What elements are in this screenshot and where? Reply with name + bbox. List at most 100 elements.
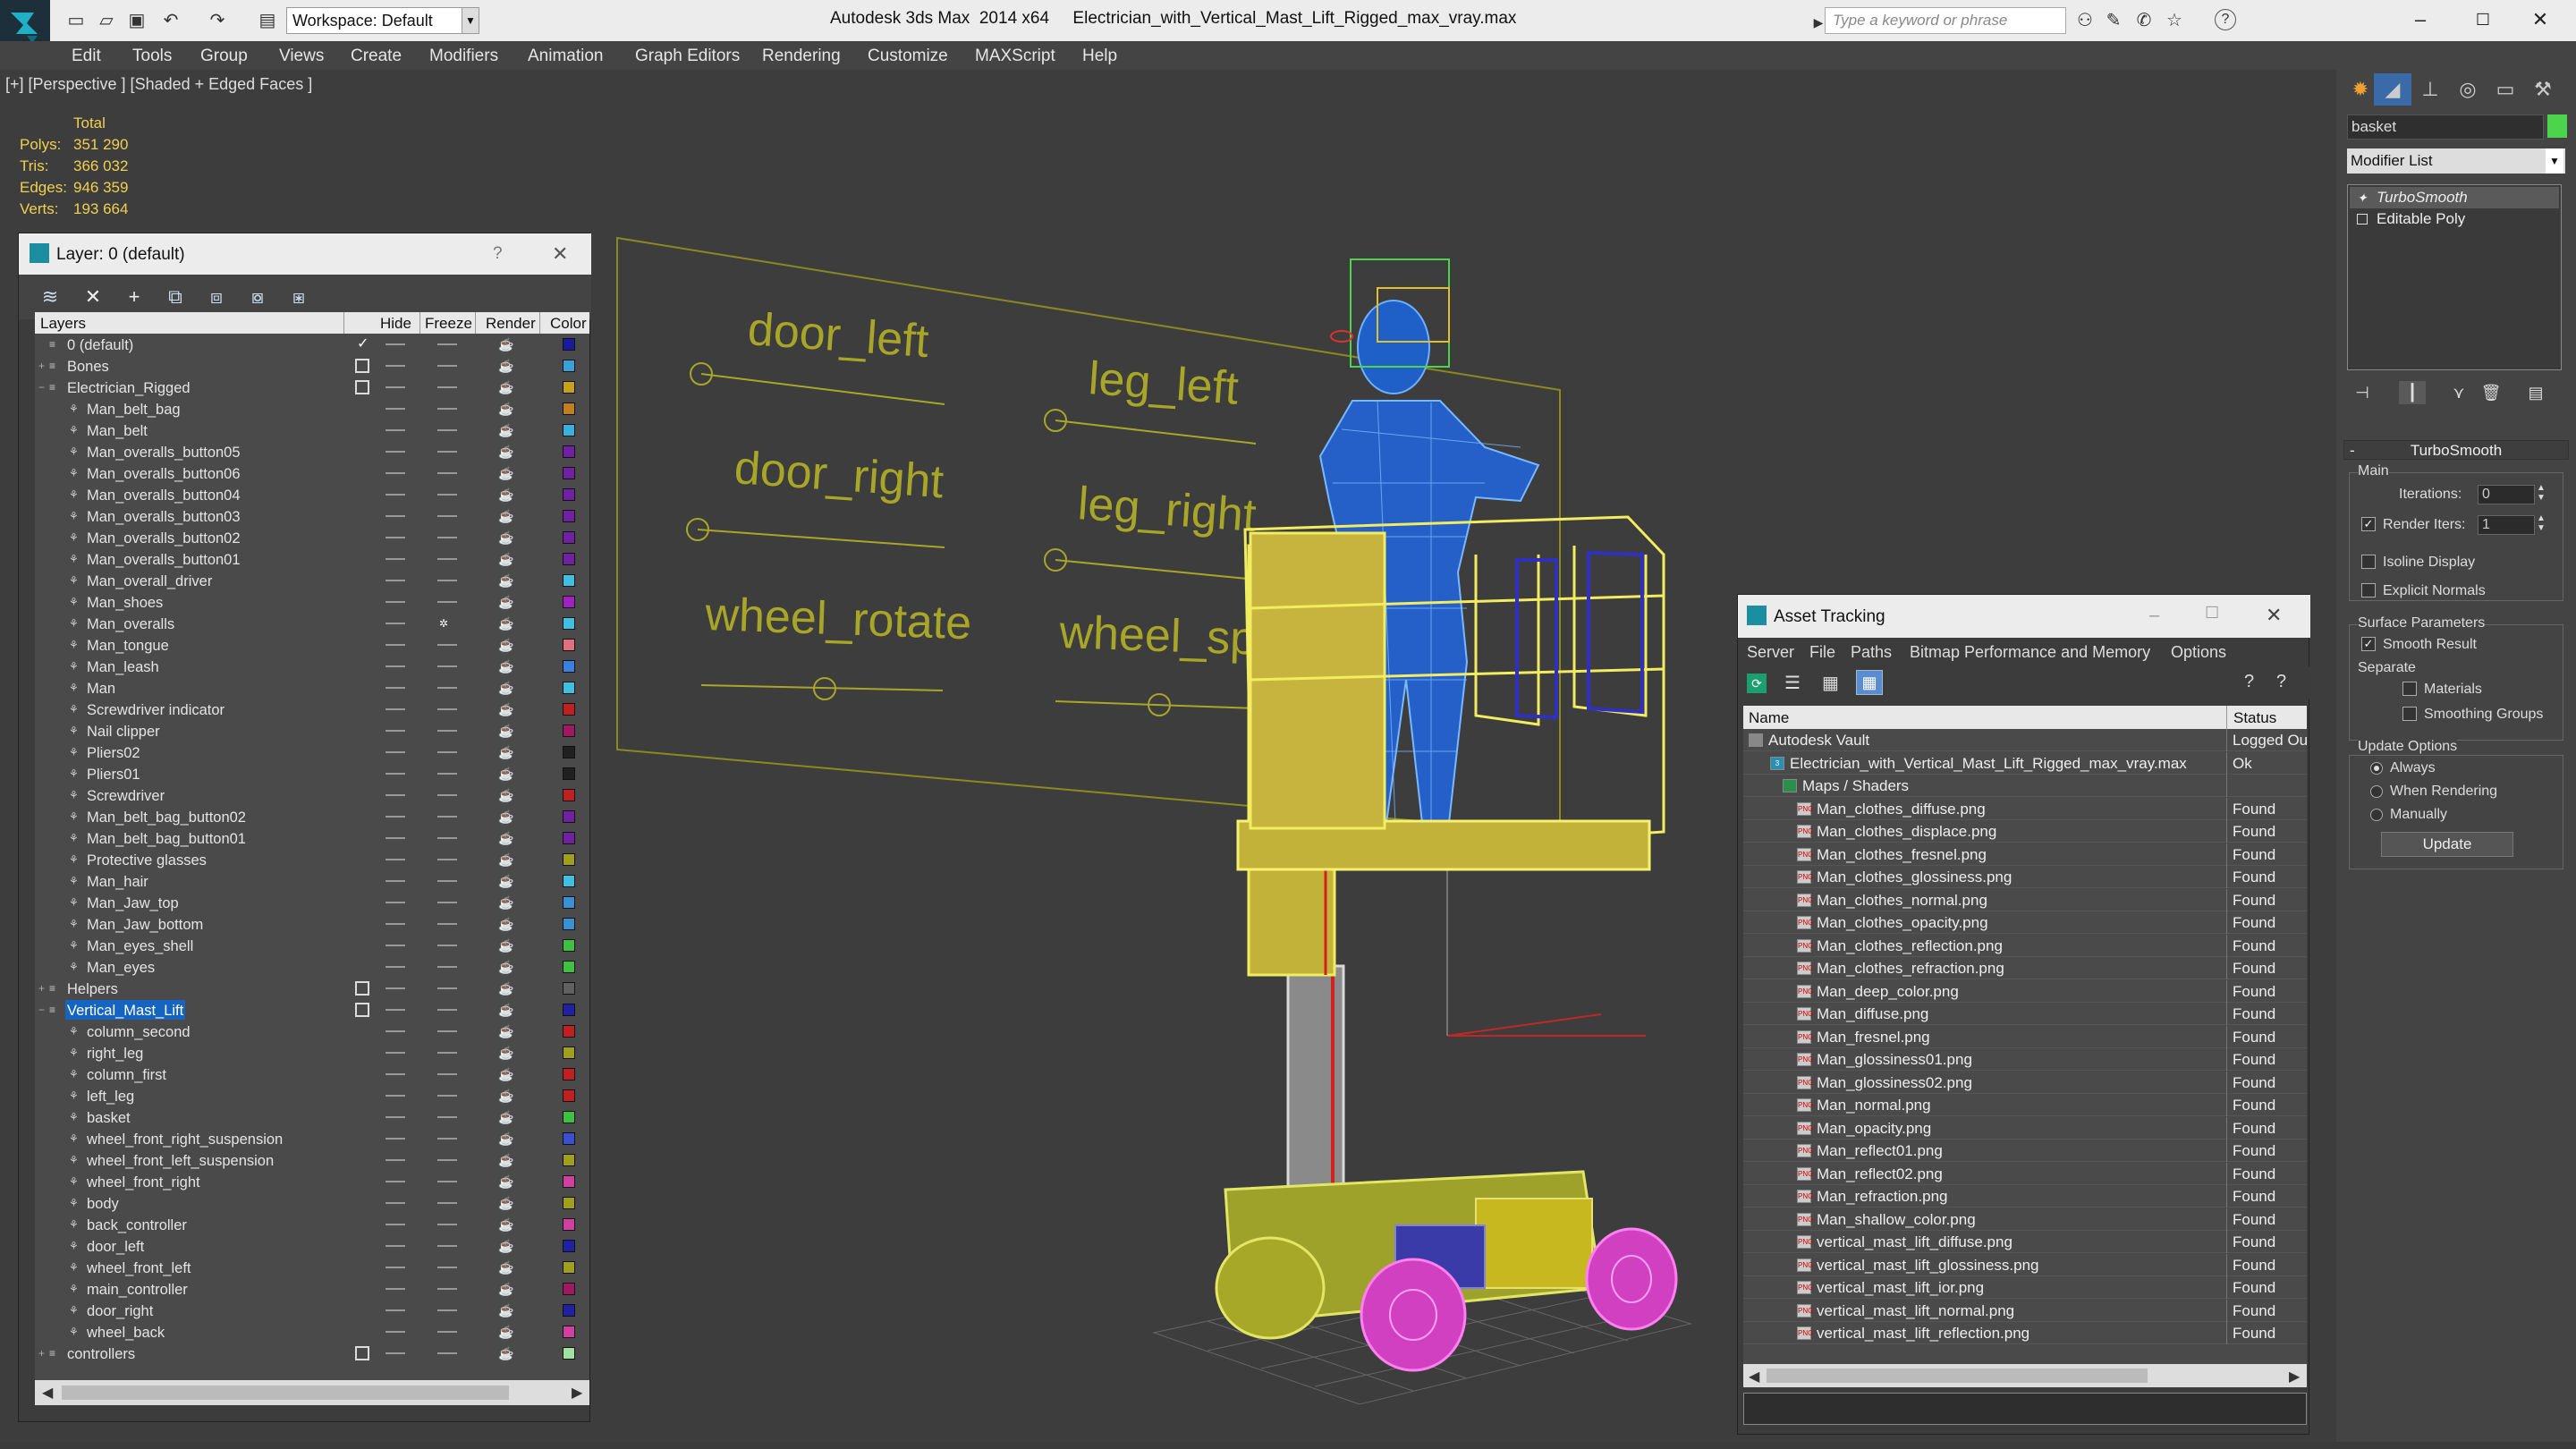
open-file-icon[interactable]: ▱ — [95, 9, 118, 32]
hide-toggle[interactable] — [386, 1073, 405, 1075]
layer-color-swatch[interactable] — [563, 1347, 575, 1360]
menu-create[interactable]: Create — [351, 47, 402, 66]
refresh-icon[interactable]: ⟳ — [1747, 674, 1767, 693]
freeze-toggle[interactable] — [437, 665, 457, 667]
active-layer-checkbox[interactable] — [355, 380, 369, 394]
asset-row[interactable]: PNG Man_clothes_opacity.png Found — [1743, 911, 2307, 934]
layer-name[interactable]: Man_eyes — [85, 957, 157, 977]
hide-toggle[interactable] — [386, 665, 405, 667]
freeze-toggle[interactable] — [437, 751, 457, 753]
stack-item-editable-poly[interactable]: Editable Poly — [2350, 208, 2559, 230]
asset-row[interactable]: PNG Man_shallow_color.png Found — [1743, 1208, 2307, 1231]
undo-icon[interactable]: ↶ — [159, 9, 182, 32]
render-teapot-icon[interactable]: ☕ — [498, 702, 514, 716]
hide-toggle[interactable] — [386, 1095, 405, 1097]
close-button[interactable]: ✕ — [552, 242, 568, 266]
layer-name[interactable]: Man_belt_bag — [85, 399, 182, 419]
render-teapot-icon[interactable]: ☕ — [498, 466, 514, 480]
hide-toggle[interactable] — [386, 429, 405, 431]
asset-horizontal-scrollbar[interactable]: ◀ ▶ — [1743, 1364, 2307, 1387]
layer-horizontal-scrollbar[interactable]: ◀ ▶ — [35, 1380, 589, 1405]
layer-row[interactable]: + ≡ Helpers ☕ — [35, 978, 589, 999]
freeze-toggle[interactable] — [437, 537, 457, 538]
render-teapot-icon[interactable]: ☕ — [498, 1153, 514, 1167]
freeze-toggle[interactable] — [437, 1181, 457, 1182]
layer-color-swatch[interactable] — [563, 1175, 575, 1188]
hide-toggle[interactable] — [386, 987, 405, 989]
render-teapot-icon[interactable]: ☕ — [498, 380, 514, 394]
pin-stack-icon[interactable]: ⊣ — [2349, 381, 2376, 404]
render-teapot-icon[interactable]: ☕ — [498, 638, 514, 652]
help-icon[interactable]: ? — [2244, 672, 2254, 692]
hide-toggle[interactable] — [386, 1331, 405, 1333]
render-teapot-icon[interactable]: ☕ — [498, 724, 514, 738]
hide-toggle[interactable] — [386, 1181, 405, 1182]
layer-name[interactable]: body — [85, 1193, 121, 1213]
hide-all-icon[interactable]: ⧇ — [246, 285, 269, 309]
layer-color-swatch[interactable] — [563, 682, 575, 694]
asset-menu-options[interactable]: Options — [2171, 643, 2226, 662]
hide-toggle[interactable] — [386, 472, 405, 474]
freeze-toggle[interactable] — [437, 1224, 457, 1225]
menu-group[interactable]: Group — [200, 47, 248, 66]
layer-row[interactable]: + ≡ controllers ☕ — [35, 1343, 589, 1364]
spinner-arrows-icon[interactable]: ▲ ▼ — [2537, 513, 2546, 533]
motion-tab-icon[interactable]: ◎ — [2449, 73, 2487, 106]
materials-checkbox[interactable] — [2402, 682, 2417, 696]
render-teapot-icon[interactable]: ☕ — [498, 487, 514, 502]
close-icon[interactable]: ✕ — [2522, 4, 2558, 36]
hide-toggle[interactable] — [386, 1138, 405, 1140]
freeze-toggle[interactable] — [437, 773, 457, 775]
layer-row[interactable]: − ≡ Electrician_Rigged ☕ — [35, 377, 589, 398]
layer-name[interactable]: left_leg — [85, 1086, 136, 1106]
layer-name[interactable]: main_controller — [85, 1279, 190, 1299]
layer-row[interactable]: ⚘ wheel_back ☕ — [35, 1321, 589, 1343]
freeze-toggle[interactable] — [437, 816, 457, 818]
layer-color-swatch[interactable] — [563, 1261, 575, 1274]
layer-name[interactable]: Man — [85, 678, 117, 698]
render-teapot-icon[interactable]: ☕ — [498, 981, 514, 996]
layer-name[interactable]: column_first — [85, 1064, 168, 1084]
freeze-toggle[interactable] — [437, 343, 457, 345]
save-icon[interactable]: ▣ — [125, 9, 148, 32]
layer-name[interactable]: Man_leash — [85, 657, 161, 676]
freeze-toggle[interactable] — [437, 708, 457, 710]
expand-box-icon[interactable] — [2357, 214, 2368, 225]
freeze-toggle[interactable] — [437, 558, 457, 560]
col-status[interactable]: Status — [2233, 709, 2276, 727]
asset-row[interactable]: PNG Man_clothes_normal.png Found — [1743, 888, 2307, 911]
render-teapot-icon[interactable]: ☕ — [498, 509, 514, 523]
render-teapot-icon[interactable]: ☕ — [498, 1325, 514, 1339]
freeze-toggle[interactable] — [437, 1309, 457, 1311]
asset-row[interactable]: PNG Man_clothes_refraction.png Found — [1743, 957, 2307, 979]
render-teapot-icon[interactable]: ☕ — [498, 1239, 514, 1253]
hide-toggle[interactable] — [386, 859, 405, 860]
layer-row[interactable]: ⚘ Man_Jaw_top ☕ — [35, 892, 589, 913]
layer-name[interactable]: Man_eyes_shell — [85, 936, 195, 955]
layer-row[interactable]: ⚘ left_leg ☕ — [35, 1085, 589, 1106]
col-color[interactable]: Color — [550, 315, 587, 333]
hide-toggle[interactable] — [386, 773, 405, 775]
layer-color-swatch[interactable] — [563, 810, 575, 823]
layer-row[interactable]: ⚘ Man_belt ☕ — [35, 419, 589, 441]
freeze-toggle[interactable] — [437, 1267, 457, 1268]
lightbulb-icon[interactable]: ✦ — [2357, 187, 2368, 208]
hide-toggle[interactable] — [386, 537, 405, 538]
render-teapot-icon[interactable]: ☕ — [498, 852, 514, 867]
layer-row[interactable]: ⚘ Nail clipper ☕ — [35, 720, 589, 741]
asset-menu-server[interactable]: Server — [1747, 643, 1794, 662]
layer-name[interactable]: Man_overalls_button03 — [85, 506, 242, 526]
col-name[interactable]: Name — [1749, 709, 1789, 727]
hide-toggle[interactable] — [386, 408, 405, 410]
render-teapot-icon[interactable]: ☕ — [498, 1089, 514, 1103]
menu-views[interactable]: Views — [279, 47, 324, 66]
new-file-icon[interactable]: ▭ — [64, 9, 88, 32]
layer-name[interactable]: Pliers01 — [85, 764, 142, 784]
freeze-toggle[interactable] — [437, 687, 457, 689]
layer-row[interactable]: ⚘ Man_overalls_button01 ☕ — [35, 548, 589, 570]
hide-toggle[interactable] — [386, 902, 405, 903]
layer-name[interactable]: wheel_front_right — [85, 1172, 202, 1191]
layer-color-swatch[interactable] — [563, 338, 575, 351]
freeze-toggle[interactable] — [437, 365, 457, 367]
layer-name[interactable]: column_second — [85, 1021, 192, 1041]
